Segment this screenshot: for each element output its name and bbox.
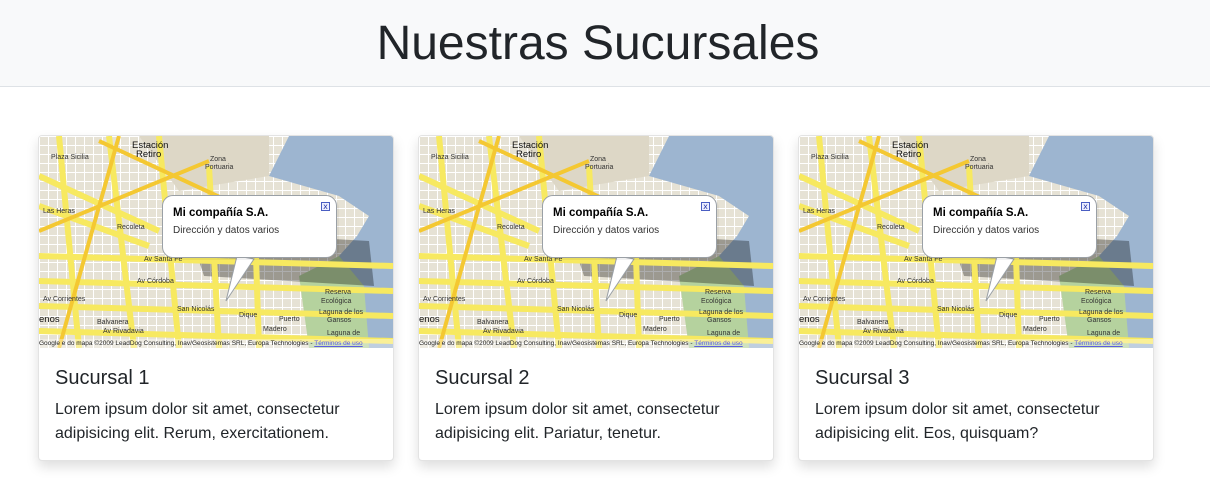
- bubble-title: Mi compañía S.A.: [173, 207, 269, 219]
- close-icon[interactable]: x: [1081, 202, 1090, 211]
- branch-map[interactable]: Estación Retiro Zona Portuaria Plaza Sic…: [39, 136, 393, 348]
- map-info-bubble: Mi compañía S.A. Dirección y datos vario…: [162, 195, 337, 258]
- card-text: Lorem ipsum dolor sit amet, consectetur …: [815, 401, 1100, 442]
- map-label: Portuaria: [965, 164, 994, 171]
- map-label: Plaza Sicilia: [431, 154, 469, 161]
- map-label: Portuaria: [585, 164, 614, 171]
- map-label: Av Corrientes: [803, 296, 846, 303]
- map-label: Av Córdoba: [137, 278, 174, 285]
- map-label: Av Rivadavia: [483, 328, 524, 335]
- map-label: Las Heras: [43, 208, 75, 215]
- map-label: Balvanera: [97, 319, 129, 326]
- card-title: Sucursal 3: [815, 367, 910, 389]
- bubble-subtitle: Dirección y datos varios: [933, 225, 1040, 236]
- card-title: Sucursal 2: [435, 367, 530, 389]
- branch-card: Estación Retiro Zona Portuaria Plaza Sic…: [418, 135, 774, 461]
- map-label: Ecológica: [701, 298, 732, 305]
- card-text: Lorem ipsum dolor sit amet, consectetur …: [55, 401, 340, 442]
- map-label: Dique: [239, 312, 258, 319]
- map-info-bubble: Mi compañía S.A. Dirección y datos vario…: [542, 195, 717, 258]
- map-label: Av Córdoba: [517, 278, 554, 285]
- map-label: Gansos: [1087, 317, 1112, 324]
- map-label: Balvanera: [477, 319, 509, 326]
- map-label: Zona: [590, 156, 606, 163]
- map-label: Laguna de los: [319, 309, 363, 316]
- map-label: Av Corrientes: [423, 296, 466, 303]
- map-label: Recoleta: [497, 224, 525, 231]
- branch-card: Estación Retiro Zona Portuaria Plaza Sic…: [798, 135, 1154, 461]
- map-label: Portuaria: [205, 164, 234, 171]
- card-text: Lorem ipsum dolor sit amet, consectetur …: [435, 401, 720, 442]
- map-label: Puerto: [659, 316, 680, 323]
- map-label: Puerto: [279, 316, 300, 323]
- map-label: Balvanera: [857, 319, 889, 326]
- close-icon[interactable]: x: [701, 202, 710, 211]
- map-label: Las Heras: [423, 208, 455, 215]
- page-title: Nuestras Sucursales: [376, 16, 820, 70]
- bubble-title: Mi compañía S.A.: [553, 207, 649, 219]
- map-label: Av Corrientes: [43, 296, 86, 303]
- map-label: Dique: [999, 312, 1018, 319]
- map-label: enos: [799, 314, 820, 325]
- map-label: Recoleta: [877, 224, 905, 231]
- map-label: Dique: [619, 312, 638, 319]
- map-attribution: Google e do mapa ©2009 LeadDog Consultin…: [39, 339, 393, 348]
- map-label: Zona: [970, 156, 986, 163]
- map-label: Laguna de los: [699, 309, 743, 316]
- map-label: San Nicolás: [557, 306, 595, 313]
- terms-link[interactable]: Términos de uso: [1074, 340, 1122, 347]
- map-label: Zona: [210, 156, 226, 163]
- bubble-title: Mi compañía S.A.: [933, 207, 1029, 219]
- map-label: Laguna de: [1087, 330, 1121, 337]
- map-attribution: Google e do mapa ©2009 LeadDog Consultin…: [419, 339, 773, 348]
- branch-map[interactable]: Estación Retiro Zona Portuaria Plaza Sic…: [419, 136, 773, 348]
- map-info-bubble: Mi compañía S.A. Dirección y datos vario…: [922, 195, 1097, 258]
- map-label: Ecológica: [1081, 298, 1112, 305]
- google-logo: Google: [419, 340, 440, 347]
- map-label: Reserva: [325, 289, 352, 296]
- branch-card: Estación Retiro Zona Portuaria Plaza Sic…: [38, 135, 394, 461]
- map-label: Av Rivadavia: [863, 328, 904, 335]
- map-attribution: Google e do mapa ©2009 LeadDog Consultin…: [799, 339, 1153, 348]
- map-label: Recoleta: [117, 224, 145, 231]
- map-label: Laguna de: [707, 330, 741, 337]
- map-label: Laguna de los: [1079, 309, 1123, 316]
- map-label: Madero: [643, 326, 667, 333]
- close-icon[interactable]: x: [321, 202, 330, 211]
- map-label: enos: [39, 314, 60, 325]
- bubble-subtitle: Dirección y datos varios: [553, 225, 660, 236]
- map-label: Retiro: [516, 149, 542, 160]
- map-label: San Nicolás: [177, 306, 215, 313]
- map-label: Madero: [263, 326, 287, 333]
- branch-map[interactable]: Estación Retiro Zona Portuaria Plaza Sic…: [799, 136, 1153, 348]
- terms-link[interactable]: Términos de uso: [694, 340, 742, 347]
- map-label: Madero: [1023, 326, 1047, 333]
- map-label: Plaza Sicilia: [51, 154, 89, 161]
- card-title: Sucursal 1: [55, 367, 150, 389]
- map-label: Gansos: [707, 317, 732, 324]
- map-label: San Nicolás: [937, 306, 975, 313]
- map-label: Las Heras: [803, 208, 835, 215]
- attribution-text: e do mapa ©2009 LeadDog Consulting, Inav…: [61, 340, 313, 347]
- google-logo: Google: [799, 340, 820, 347]
- bubble-subtitle: Dirección y datos varios: [173, 225, 280, 236]
- map-label: Retiro: [896, 149, 922, 160]
- map-label: Ecológica: [321, 298, 352, 305]
- page-header: Nuestras Sucursales: [0, 0, 1210, 87]
- attribution-text: e do mapa ©2009 LeadDog Consulting, Inav…: [441, 340, 693, 347]
- map-label: Reserva: [1085, 289, 1112, 296]
- map-label: Av Córdoba: [897, 278, 934, 285]
- map-label: Av Rivadavia: [103, 328, 144, 335]
- map-label: Retiro: [136, 149, 162, 160]
- attribution-text: e do mapa ©2009 LeadDog Consulting, Inav…: [821, 340, 1073, 347]
- map-label: enos: [419, 314, 440, 325]
- map-label: Reserva: [705, 289, 732, 296]
- google-logo: Google: [39, 340, 60, 347]
- map-label: Gansos: [327, 317, 352, 324]
- map-label: Plaza Sicilia: [811, 154, 849, 161]
- map-label: Laguna de: [327, 330, 361, 337]
- map-label: Puerto: [1039, 316, 1060, 323]
- terms-link[interactable]: Términos de uso: [314, 340, 362, 347]
